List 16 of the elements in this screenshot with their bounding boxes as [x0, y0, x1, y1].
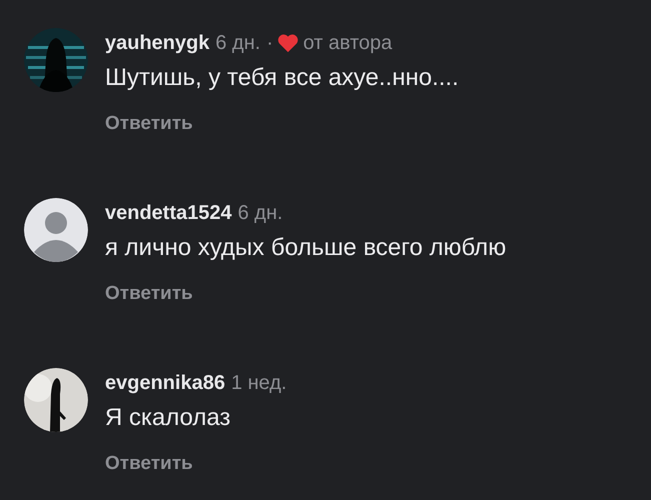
timestamp: 6 дн. — [238, 201, 283, 226]
timestamp: 6 дн. — [215, 31, 260, 56]
author-like-label: от автора — [303, 31, 392, 56]
separator: · — [266, 31, 274, 56]
username[interactable]: yauhenygk — [105, 28, 210, 58]
avatar-placeholder-icon — [24, 198, 88, 262]
comment-text: Шутишь, у тебя все ахуе..нно.... — [105, 63, 459, 93]
heart-icon — [277, 33, 300, 53]
username[interactable]: vendetta1524 — [105, 198, 232, 228]
reply-link[interactable]: Ответить — [105, 280, 193, 308]
reply-link[interactable]: Ответить — [105, 450, 193, 478]
username[interactable]: evgennika86 — [105, 368, 226, 398]
reply-link[interactable]: Ответить — [105, 110, 193, 138]
timestamp: 1 нед. — [231, 371, 287, 396]
comment-text: Я скалолаз — [105, 403, 232, 433]
comment-text: я лично худых больше всего люблю — [105, 233, 506, 263]
